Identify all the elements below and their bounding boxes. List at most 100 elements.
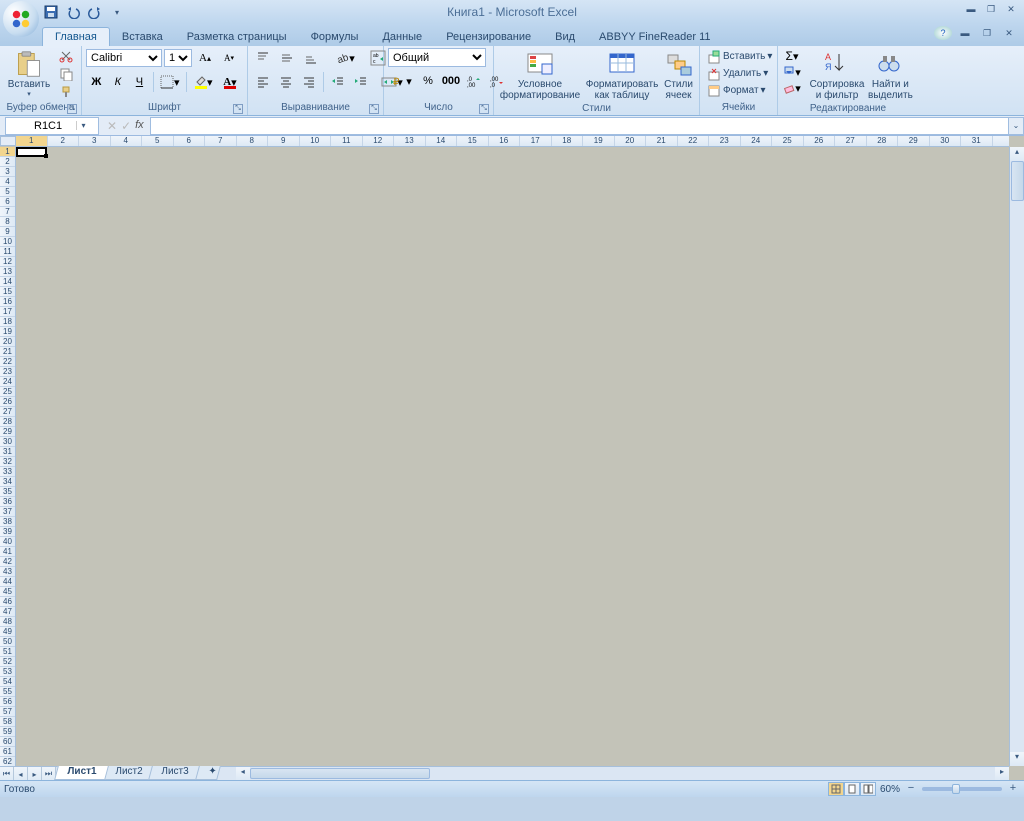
doc-close-button[interactable]: ✕	[1000, 26, 1018, 40]
column-header[interactable]: 26	[804, 136, 836, 146]
column-header[interactable]: 20	[615, 136, 647, 146]
column-header[interactable]: 28	[867, 136, 899, 146]
row-header[interactable]: 15	[0, 287, 15, 297]
normal-view-button[interactable]	[828, 782, 844, 796]
tab-view[interactable]: Вид	[543, 28, 587, 46]
row-header[interactable]: 35	[0, 487, 15, 497]
vertical-scrollbar[interactable]: ▴ ▾	[1009, 147, 1024, 766]
row-header[interactable]: 16	[0, 297, 15, 307]
doc-minimize-button[interactable]: ▬	[956, 26, 974, 40]
column-header[interactable]: 14	[426, 136, 458, 146]
sheet-tab-3[interactable]: Лист3	[149, 766, 202, 780]
row-header[interactable]: 50	[0, 637, 15, 647]
row-header[interactable]: 28	[0, 417, 15, 427]
zoom-thumb[interactable]	[952, 784, 960, 794]
column-header[interactable]: 15	[457, 136, 489, 146]
name-box[interactable]: ▾	[5, 117, 99, 135]
column-header[interactable]: 9	[268, 136, 300, 146]
autosum-button[interactable]: Σ▾	[782, 48, 802, 64]
row-header[interactable]: 8	[0, 217, 15, 227]
row-header[interactable]: 17	[0, 307, 15, 317]
cell-styles-button[interactable]: Стили ячеек	[662, 48, 695, 103]
sheet-tab-1[interactable]: Лист1	[54, 766, 109, 780]
active-cell[interactable]	[16, 147, 47, 157]
row-header[interactable]: 47	[0, 607, 15, 617]
grow-font-button[interactable]: A▴	[194, 48, 216, 68]
column-header[interactable]: 17	[520, 136, 552, 146]
dialog-launcher[interactable]: ⤡	[369, 104, 379, 114]
align-center-button[interactable]	[275, 72, 297, 92]
align-bottom-button[interactable]	[300, 48, 322, 68]
column-header[interactable]: 31	[961, 136, 993, 146]
font-size-select[interactable]: 11	[164, 49, 192, 67]
row-header[interactable]: 25	[0, 387, 15, 397]
row-header[interactable]: 61	[0, 747, 15, 757]
maximize-button[interactable]: ❐	[982, 2, 1000, 16]
qat-customize[interactable]: ▾	[108, 3, 126, 21]
expand-formula-bar[interactable]: ⌄	[1008, 117, 1024, 135]
row-header[interactable]: 44	[0, 577, 15, 587]
row-header[interactable]: 14	[0, 277, 15, 287]
row-header[interactable]: 58	[0, 717, 15, 727]
row-header[interactable]: 13	[0, 267, 15, 277]
row-header[interactable]: 18	[0, 317, 15, 327]
fill-color-button[interactable]: ▾	[190, 72, 216, 92]
tab-home[interactable]: Главная	[42, 27, 110, 46]
doc-restore-button[interactable]: ❐	[978, 26, 996, 40]
zoom-level[interactable]: 60%	[880, 784, 900, 795]
redo-button[interactable]	[86, 3, 104, 21]
row-header[interactable]: 53	[0, 667, 15, 677]
row-header[interactable]: 41	[0, 547, 15, 557]
row-header[interactable]: 11	[0, 247, 15, 257]
row-header[interactable]: 52	[0, 657, 15, 667]
row-header[interactable]: 20	[0, 337, 15, 347]
scroll-left-button[interactable]: ◂	[236, 767, 250, 780]
orientation-button[interactable]: ab▾	[331, 48, 359, 68]
paste-button[interactable]: Вставить ▾	[4, 48, 54, 100]
copy-button[interactable]	[56, 66, 76, 82]
row-header[interactable]: 48	[0, 617, 15, 627]
column-header[interactable]: 27	[835, 136, 867, 146]
row-header[interactable]: 57	[0, 707, 15, 717]
row-header[interactable]: 49	[0, 627, 15, 637]
row-header[interactable]: 27	[0, 407, 15, 417]
sheet-next-button[interactable]: ▸	[28, 767, 42, 781]
format-as-table-button[interactable]: Форматировать как таблицу	[584, 48, 660, 103]
save-button[interactable]	[42, 3, 60, 21]
borders-button[interactable]: ▾	[157, 72, 183, 92]
cancel-formula-icon[interactable]: ✕	[107, 119, 117, 133]
help-button[interactable]: ?	[934, 26, 952, 40]
column-header[interactable]: 19	[583, 136, 615, 146]
tab-data[interactable]: Данные	[370, 28, 434, 46]
zoom-in-button[interactable]: +	[1006, 782, 1020, 796]
scroll-down-button[interactable]: ▾	[1010, 752, 1024, 766]
row-header[interactable]: 30	[0, 437, 15, 447]
column-header[interactable]: 30	[930, 136, 962, 146]
row-header[interactable]: 55	[0, 687, 15, 697]
row-header[interactable]: 26	[0, 397, 15, 407]
row-header[interactable]: 21	[0, 347, 15, 357]
decrease-indent-button[interactable]	[327, 72, 349, 92]
tab-page-layout[interactable]: Разметка страницы	[175, 28, 299, 46]
row-header[interactable]: 1	[0, 147, 15, 157]
clear-button[interactable]: ▾	[782, 80, 802, 96]
column-header[interactable]: 1	[16, 136, 48, 146]
italic-button[interactable]: К	[108, 72, 129, 92]
row-header[interactable]: 51	[0, 647, 15, 657]
sheet-first-button[interactable]: ⏮	[0, 767, 14, 781]
column-header[interactable]: 22	[678, 136, 710, 146]
row-header[interactable]: 24	[0, 377, 15, 387]
office-button[interactable]	[3, 1, 39, 37]
page-break-button[interactable]	[860, 782, 876, 796]
name-box-dropdown[interactable]: ▾	[76, 121, 90, 130]
bold-button[interactable]: Ж	[86, 72, 107, 92]
find-select-button[interactable]: Найти и выделить	[866, 48, 915, 103]
row-header[interactable]: 12	[0, 257, 15, 267]
column-header[interactable]: 7	[205, 136, 237, 146]
zoom-slider[interactable]	[922, 787, 1002, 791]
column-header[interactable]: 24	[741, 136, 773, 146]
align-middle-button[interactable]	[276, 48, 298, 68]
column-header[interactable]: 8	[237, 136, 269, 146]
scroll-right-button[interactable]: ▸	[995, 767, 1009, 780]
row-header[interactable]: 40	[0, 537, 15, 547]
